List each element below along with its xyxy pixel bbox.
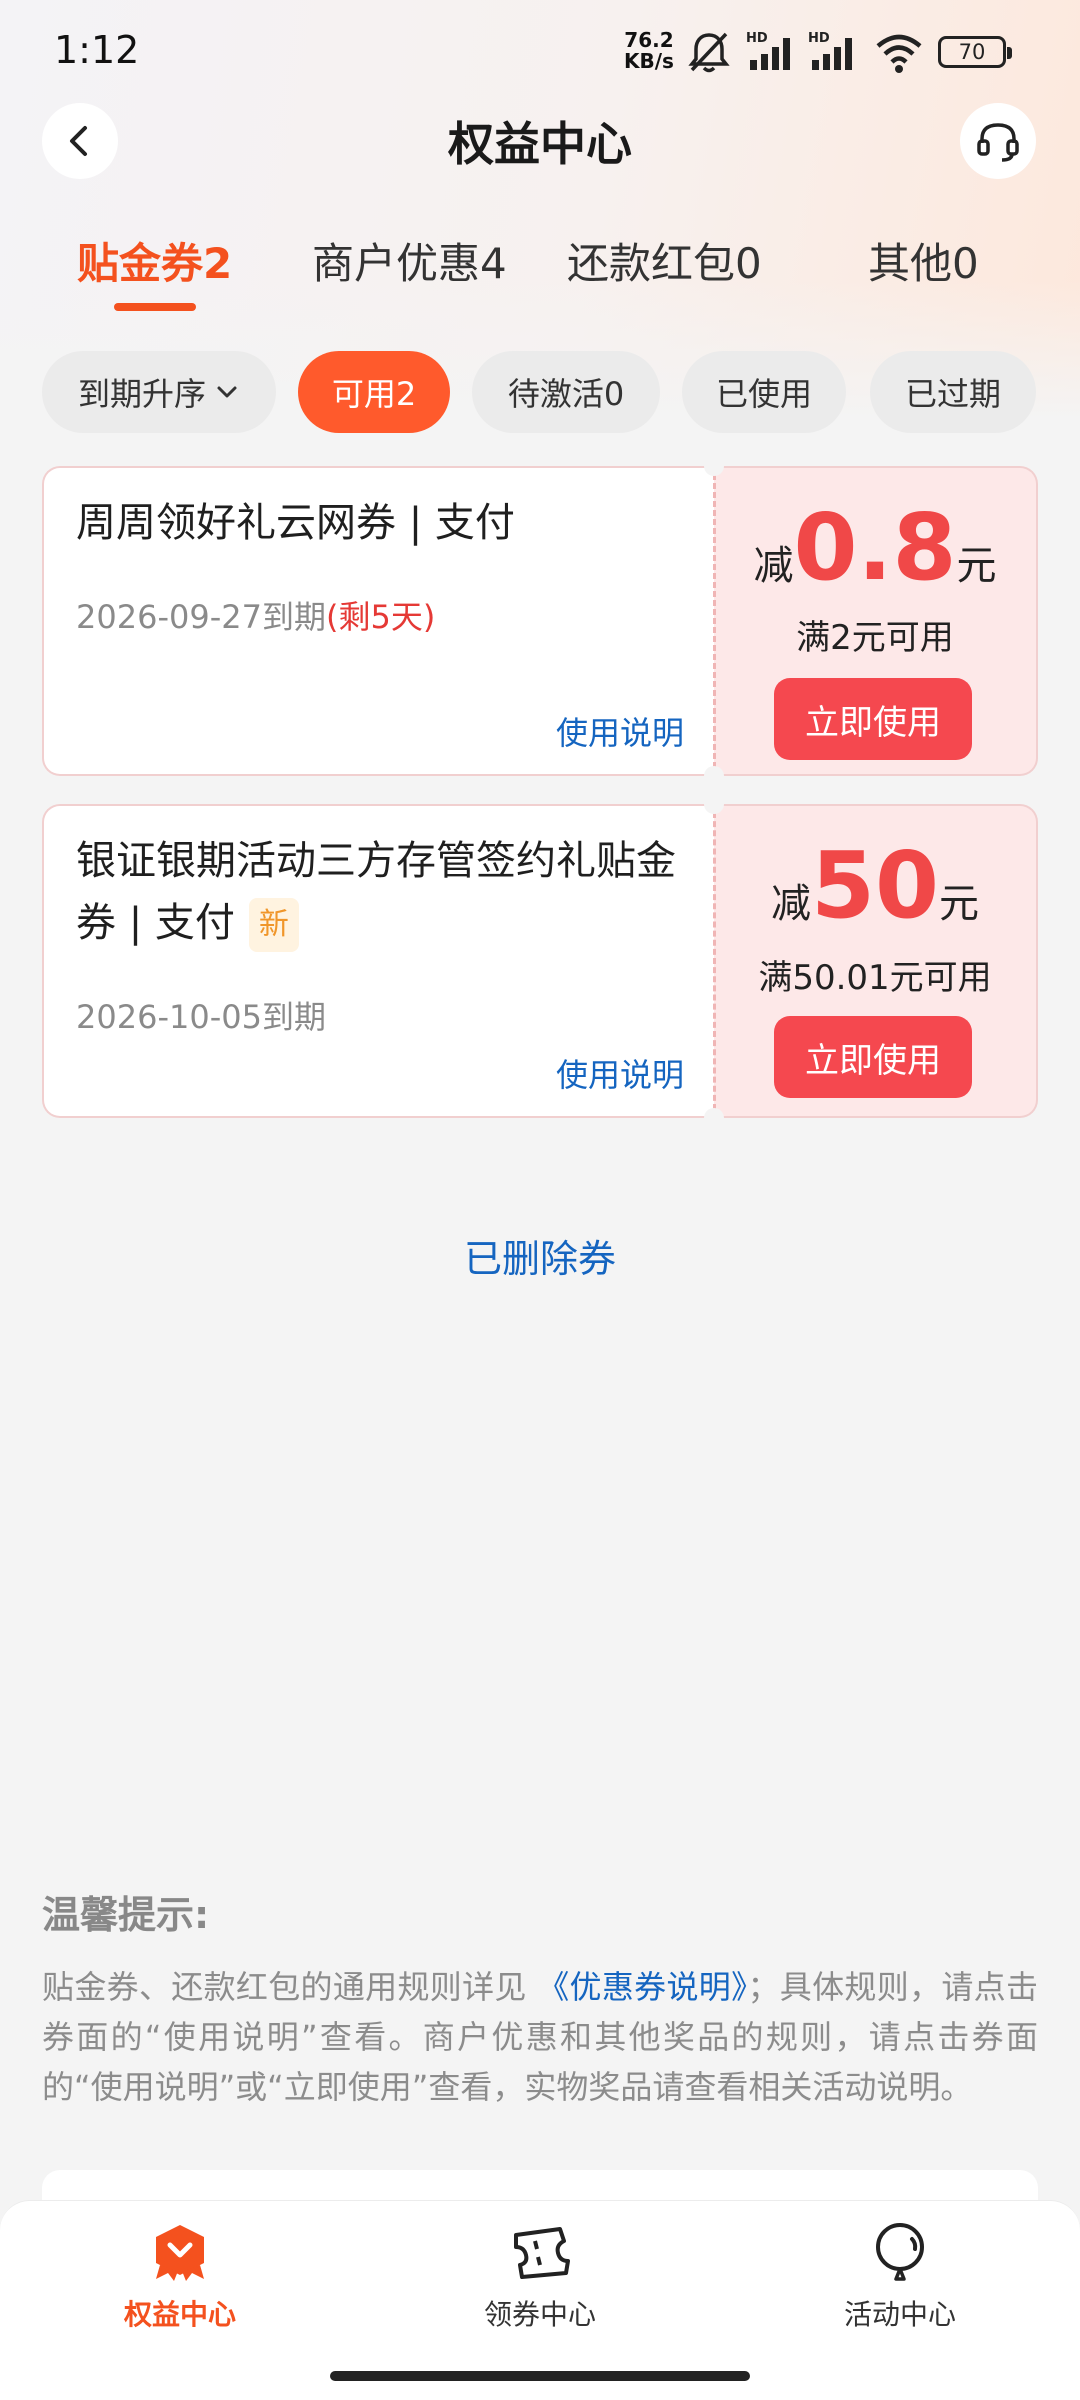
coupon-notch [704,1108,724,1128]
coupon-expiry: 2026-10-05到期 [76,992,326,1038]
coupon-expiry-date: 2026-09-27到期 [76,598,326,636]
coupon-value-panel: 减50元 满50.01元可用 立即使用 [714,804,1038,1118]
coupon-expiry-date: 2026-10-05到期 [76,998,326,1036]
filter-used[interactable]: 已使用 [682,351,846,433]
coupon-days-remaining: (剩5天) [325,598,436,636]
amount-value: 50 [810,832,940,939]
ticket-icon [514,2227,570,2279]
filter-available[interactable]: 可用2 [298,351,450,433]
use-now-button[interactable]: 立即使用 [774,678,972,760]
balloon-icon [876,2223,924,2281]
coupon-threshold: 满2元可用 [796,618,954,658]
coupon-amount: 减0.8元 [714,494,1036,601]
coupon-expiry: 2026-09-27到期(剩5天) [76,592,435,638]
coupon-divider [713,812,716,1110]
coupon-notch [704,794,724,814]
svg-text:HD: HD [746,31,768,46]
wifi-icon [876,34,922,73]
nav-activity-center[interactable]: 活动中心 [780,2221,1020,2333]
deleted-coupons-link[interactable]: 已删除券 [0,1228,1080,1283]
status-bar: 1:12 76.2 KB/s HD HD 70 [0,0,1080,100]
use-now-button[interactable]: 立即使用 [774,1016,972,1098]
battery-icon: 70 [938,36,1012,68]
active-tab-indicator [114,303,196,311]
signal-hd-icon: HD [808,31,852,70]
coupon-title: 周周领好礼云网券 | 支付 [76,500,515,546]
benefits-badge-icon [156,2225,204,2281]
tips-body: 贴金券、还款红包的通用规则详见 《优惠券说明》；具体规则，请点击券面的“使用说明… [42,1962,1038,2112]
amount-value: 0.8 [793,494,957,601]
usage-instructions-link[interactable]: 使用说明 [556,708,684,754]
new-badge: 新 [248,898,299,952]
headset-icon [977,123,1019,162]
filter-pending-activation[interactable]: 待激活0 [472,351,660,433]
coupon-title: 银证银期活动三方存管签约礼贴金券 | 支付新 [76,830,696,954]
coupon-threshold: 满50.01元可用 [758,958,992,998]
network-speed: 76.2 KB/s [624,30,674,72]
coupon-rules-link[interactable]: 《优惠券说明》 [537,1968,747,2006]
sort-dropdown-label: 到期升序 [77,375,206,413]
mute-icon [688,32,730,73]
nav-benefits-center[interactable]: 权益中心 [60,2221,300,2333]
tab-others[interactable]: 其他0 [868,230,979,291]
amount-unit: 元 [939,881,980,927]
amount-prefix: 减 [753,543,794,589]
bottom-navigation: 权益中心 领券中心 活动中心 [0,2200,1080,2400]
coupon-card: 银证银期活动三方存管签约礼贴金券 | 支付新 2026-10-05到期 使用说明… [42,794,1038,1128]
coupon-notch [704,766,724,786]
tips-title: 温馨提示: [42,1893,210,1937]
tab-repayment-red-packets[interactable]: 还款红包0 [567,230,762,291]
home-indicator[interactable] [330,2371,750,2381]
page-title: 权益中心 [448,117,632,171]
signal-hd-icon: HD [746,31,790,70]
amount-unit: 元 [956,543,997,589]
coupon-value-panel: 减0.8元 满2元可用 立即使用 [714,466,1038,776]
filter-expired[interactable]: 已过期 [870,351,1036,433]
sort-dropdown[interactable]: 到期升序 [42,351,276,433]
network-speed-unit: KB/s [624,49,674,73]
coupon-notch [704,456,724,476]
chevron-down-icon [217,386,237,398]
amount-prefix: 减 [770,881,811,927]
nav-label: 领券中心 [483,2298,596,2331]
coupon-amount: 减50元 [714,832,1036,939]
nav-label: 权益中心 [123,2298,236,2331]
coupon-card: 周周领好礼云网券 | 支付 2026-09-27到期(剩5天) 使用说明 减0.… [42,456,1038,786]
coupon-info: 周周领好礼云网券 | 支付 2026-09-27到期(剩5天) 使用说明 [42,466,714,776]
network-speed-value: 76.2 [624,28,674,52]
coupon-title-text: 银证银期活动三方存管签约礼贴金券 | 支付 [76,838,676,946]
coupon-divider [713,474,716,768]
coupon-info: 银证银期活动三方存管签约礼贴金券 | 支付新 2026-10-05到期 使用说明 [42,804,714,1118]
svg-text:HD: HD [808,31,830,46]
customer-service-button[interactable] [960,103,1036,179]
nav-coupon-center[interactable]: 领券中心 [420,2221,660,2333]
usage-instructions-link[interactable]: 使用说明 [556,1050,684,1096]
status-time: 1:12 [54,28,140,72]
tab-merchant-offers[interactable]: 商户优惠4 [312,230,507,291]
nav-label: 活动中心 [843,2298,956,2331]
tab-gold-coupons[interactable]: 贴金券2 [77,230,232,291]
tips-text: 贴金券、还款红包的通用规则详见 [42,1968,538,2006]
